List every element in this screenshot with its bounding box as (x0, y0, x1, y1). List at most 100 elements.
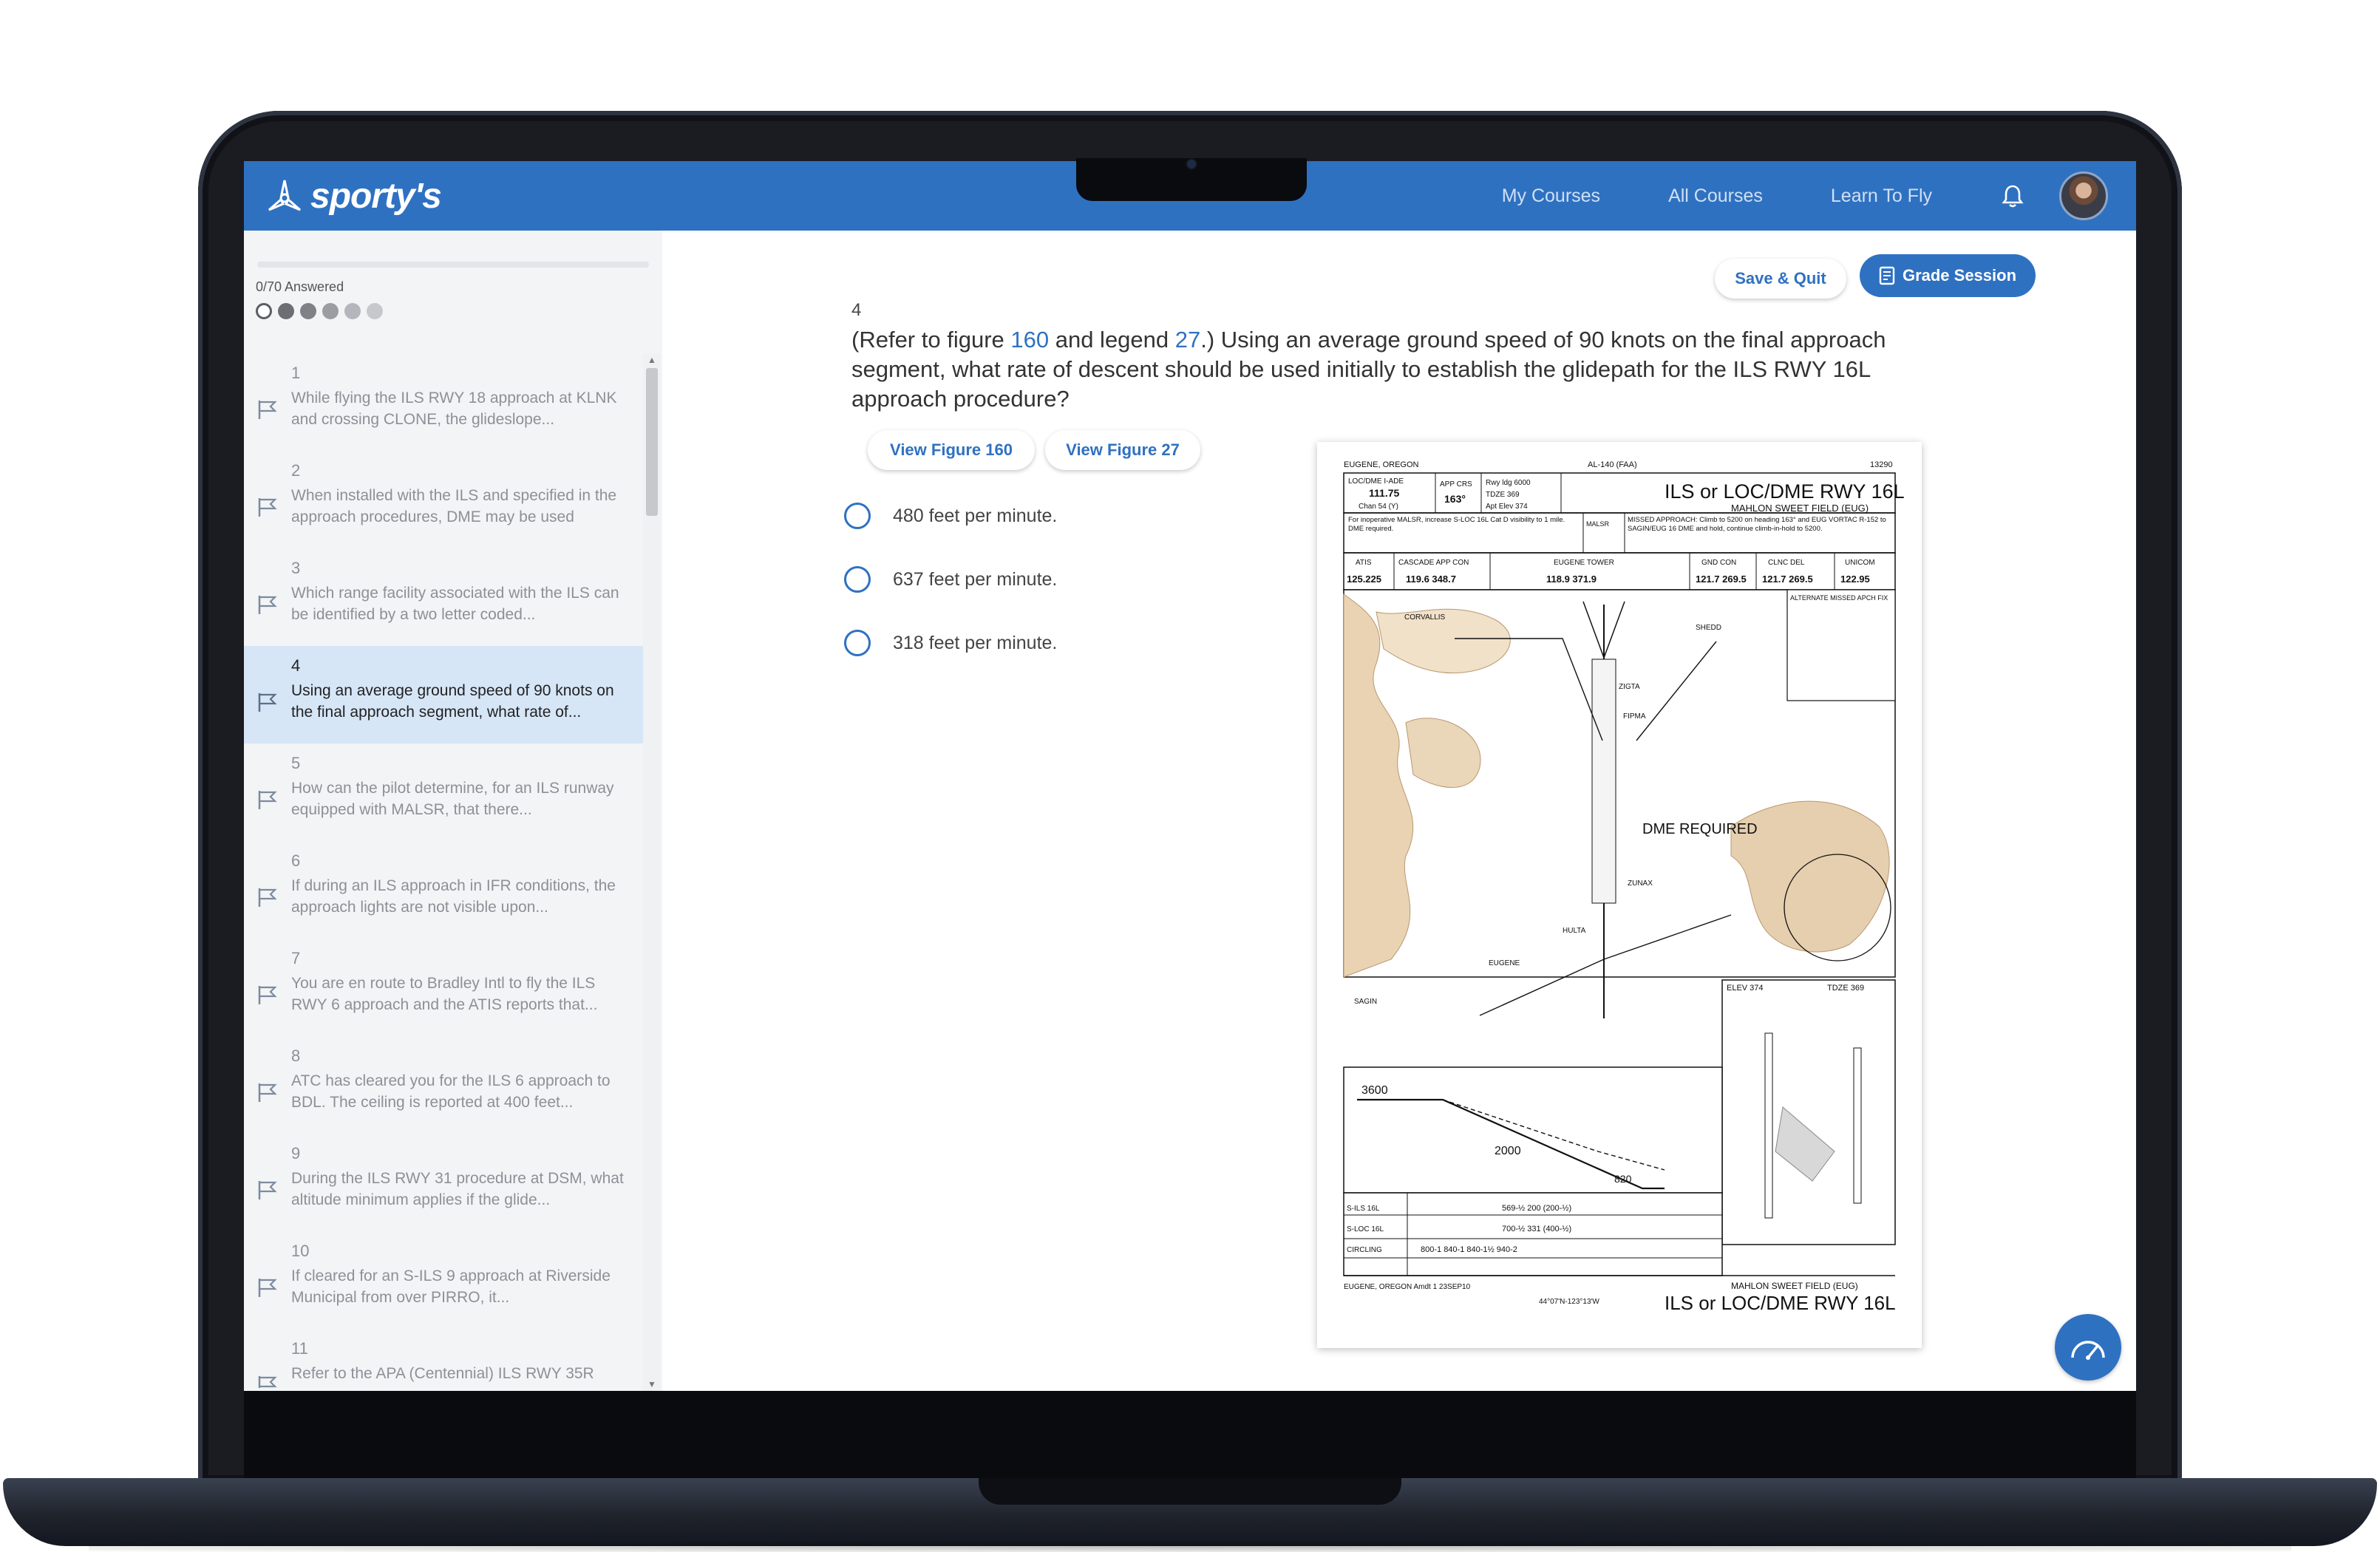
flag-icon[interactable] (257, 692, 279, 712)
list-item[interactable]: 9 During the ILS RWY 31 procedure at DSM… (244, 1134, 643, 1231)
question-number: 1 (291, 364, 301, 382)
approach-chart-figure[interactable]: EUGENE, OREGON AL-140 (FAA) 13290 LOC/DM… (1317, 442, 1922, 1348)
flag-icon[interactable] (257, 1082, 279, 1103)
chart-id: AL-140 (FAA) (1588, 460, 1637, 469)
flag-icon[interactable] (257, 887, 279, 908)
flag-icon[interactable] (257, 399, 279, 420)
profile-altitude: 3600 (1361, 1084, 1388, 1097)
question-preview: ATC has cleared you for the ILS 6 approa… (291, 1072, 611, 1111)
dashboard-button[interactable] (2055, 1314, 2121, 1381)
flag-icon[interactable] (257, 594, 279, 615)
question-number: 6 (291, 851, 301, 870)
list-item[interactable]: 2 When installed with the ILS and specif… (244, 451, 643, 548)
question-preview: If cleared for an S-ILS 9 approach at Ri… (291, 1267, 611, 1306)
save-quit-button[interactable]: Save & Quit (1715, 259, 1846, 299)
gauge-icon (2071, 1341, 2105, 1360)
answer-option[interactable]: 480 feet per minute. (844, 500, 1057, 532)
flag-icon[interactable] (257, 1375, 279, 1388)
radio-button[interactable] (844, 566, 871, 593)
grade-session-button[interactable]: Grade Session (1860, 254, 2036, 297)
flag-icon[interactable] (257, 1180, 279, 1200)
question-preview: You are en route to Bradley Intl to fly … (291, 975, 598, 1013)
comm-label: EUGENE TOWER (1554, 559, 1614, 567)
fix-label: FIPMA (1623, 712, 1646, 721)
answer-option[interactable]: 637 feet per minute. (844, 563, 1057, 596)
radio-button[interactable] (844, 630, 871, 656)
comm-label: CLNC DEL (1768, 559, 1805, 567)
dme-required-label: DME REQUIRED (1642, 821, 1758, 837)
comm-label: UNICOM (1845, 559, 1875, 567)
question-preview: How can the pilot determine, for an ILS … (291, 780, 614, 818)
scroll-down-arrow-icon[interactable]: ▼ (646, 1379, 658, 1389)
list-item-active[interactable]: 4 Using an average ground speed of 90 kn… (244, 646, 643, 743)
list-item[interactable]: 6 If during an ILS approach in IFR condi… (244, 841, 643, 939)
chart-city: EUGENE, OREGON (1344, 460, 1419, 469)
nav-my-courses[interactable]: My Courses (1502, 186, 1600, 207)
screen-bezel (244, 1391, 2136, 1478)
list-item[interactable]: 7 You are en route to Bradley Intl to fl… (244, 939, 643, 1036)
minimums-val: 569-½ 200 (200-½) (1502, 1204, 1571, 1213)
minimums-val: 800-1 840-1 840-1½ 940-2 (1421, 1245, 1517, 1254)
question-stem: (Refer to figure 160 and legend 27.) Usi… (851, 325, 1938, 414)
question-number: 7 (291, 949, 301, 967)
document-icon (1879, 266, 1895, 285)
progress-dot (344, 303, 361, 319)
question-preview: Using an average ground speed of 90 knot… (291, 682, 614, 721)
laptop-base-notch (979, 1478, 1401, 1505)
sidebar-scrollbar[interactable]: ▲ ▼ (643, 353, 661, 1391)
scroll-thumb[interactable] (646, 368, 658, 516)
question-sidebar: 0/70 Answered 1 While flying the ILS RWY… (244, 231, 662, 1391)
comm-freq: 122.95 (1840, 574, 1870, 585)
missed-approach-note: MISSED APPROACH: Climb to 5200 on headin… (1628, 516, 1886, 533)
comm-freq: 125.225 (1347, 574, 1381, 585)
profile-altitude: 2000 (1495, 1145, 1521, 1157)
laptop-shadow (89, 1542, 2291, 1552)
flag-icon[interactable] (257, 789, 279, 810)
app-crs-label: APP CRS (1440, 480, 1472, 489)
figure-27-link[interactable]: 27 (1175, 327, 1200, 353)
list-item[interactable]: 10 If cleared for an S-ILS 9 approach at… (244, 1231, 643, 1329)
minimums-val: 700-½ 331 (400-½) (1502, 1225, 1571, 1233)
answer-option[interactable]: 318 feet per minute. (844, 627, 1057, 659)
question-number: 3 (291, 559, 301, 577)
list-item[interactable]: 8 ATC has cleared you for the ILS 6 appr… (244, 1036, 643, 1134)
list-item[interactable]: 3 Which range facility associated with t… (244, 548, 643, 646)
logo[interactable]: sporty's (263, 174, 442, 217)
list-item[interactable]: 5 How can the pilot determine, for an IL… (244, 743, 643, 841)
progress-dot (256, 303, 272, 319)
scroll-up-arrow-icon[interactable]: ▲ (646, 355, 658, 365)
tdze-val: TDZE 369 (1486, 491, 1520, 499)
bell-icon[interactable] (2000, 183, 2025, 208)
avatar[interactable] (2059, 171, 2108, 220)
loc-freq: 111.75 (1369, 487, 1399, 499)
radio-button[interactable] (844, 503, 871, 529)
figure-160-link[interactable]: 160 (1010, 327, 1049, 353)
fix-label: CORVALLIS (1404, 613, 1446, 622)
minimums-cat: S-ILS 16L (1347, 1205, 1380, 1213)
list-item[interactable]: 1 While flying the ILS RWY 18 approach a… (244, 353, 643, 451)
nav-all-courses[interactable]: All Courses (1668, 186, 1763, 207)
footer-airport: MAHLON SWEET FIELD (EUG) (1731, 1281, 1858, 1291)
question-number-label: 4 (851, 300, 862, 320)
apt-elev: Apt Elev 374 (1486, 503, 1528, 511)
comm-label: ATIS (1356, 559, 1372, 567)
fix-label: SHEDD (1696, 624, 1721, 632)
question-preview: During the ILS RWY 31 procedure at DSM, … (291, 1170, 624, 1208)
approach-chart-svg: EUGENE, OREGON AL-140 (FAA) 13290 LOC/DM… (1343, 460, 1905, 1314)
flag-icon[interactable] (257, 497, 279, 517)
flag-icon[interactable] (257, 984, 279, 1005)
flag-icon[interactable] (257, 1277, 279, 1298)
comm-freq: 119.6 348.7 (1406, 574, 1456, 585)
answered-count: 0/70 Answered (256, 279, 344, 294)
propeller-logo-icon (268, 180, 301, 211)
fix-label: HULTA (1563, 927, 1586, 935)
progress-dot (278, 303, 294, 319)
nav-learn-to-fly[interactable]: Learn To Fly (1831, 186, 1932, 207)
fix-label: SAGIN (1354, 998, 1377, 1006)
view-figure-27-button[interactable]: View Figure 27 (1045, 430, 1200, 470)
question-preview: Refer to the APA (Centennial) ILS RWY 35… (291, 1365, 594, 1382)
question-number: 10 (291, 1242, 310, 1260)
view-figure-160-button[interactable]: View Figure 160 (868, 430, 1035, 470)
progress-dot (367, 303, 383, 319)
list-item[interactable]: 11 Refer to the APA (Centennial) ILS RWY… (244, 1329, 643, 1388)
